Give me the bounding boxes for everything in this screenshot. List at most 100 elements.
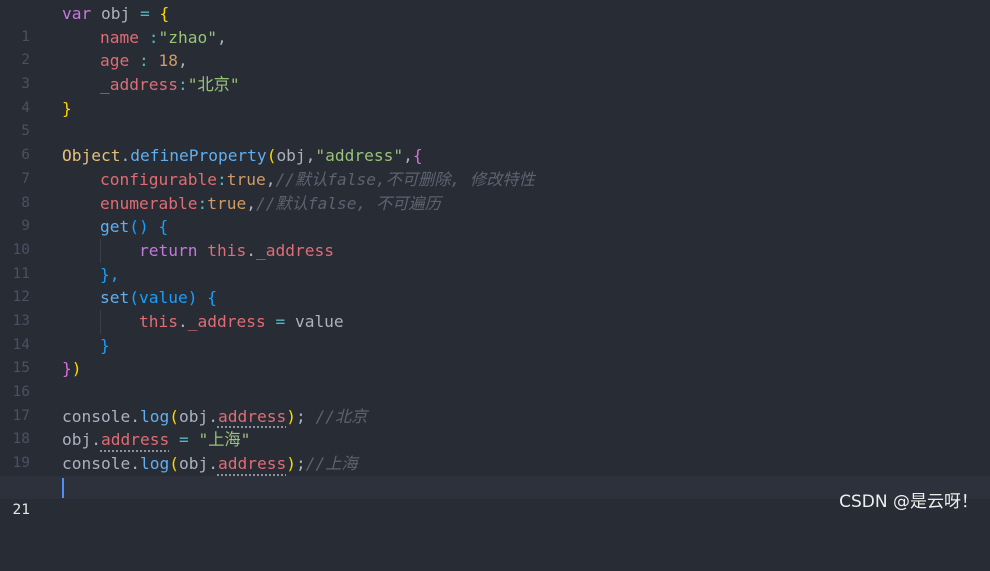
token-function: defineProperty <box>130 146 267 166</box>
token-class: Object <box>62 146 121 166</box>
token-punct: ; <box>295 454 306 474</box>
token-bracket: } <box>100 335 110 355</box>
code-line-11[interactable]: 11 return this._address <box>0 238 990 282</box>
token-punct: , <box>178 51 188 71</box>
token-property: enumerable <box>100 193 198 213</box>
code-text[interactable]: set(value) { <box>100 286 217 310</box>
code-line-14[interactable]: 14 this._address = value <box>0 309 990 353</box>
token-operator: = <box>178 430 189 450</box>
code-text[interactable]: }, <box>100 263 120 287</box>
code-text[interactable]: configurable:true,//默认false,不可删除, 修改特性 <box>100 168 535 192</box>
code-text[interactable]: name :"zhao", <box>100 26 227 50</box>
token-bracket: { <box>159 4 170 23</box>
token-this: this <box>139 311 178 331</box>
code-text[interactable]: } <box>62 97 72 121</box>
code-text[interactable]: get() { <box>100 215 168 239</box>
token-text: obj <box>91 4 140 23</box>
token-operator: = <box>139 4 150 23</box>
token-punct: , <box>265 169 276 189</box>
token-bracket: }, <box>100 264 120 284</box>
token-bracket: ( <box>169 406 179 426</box>
code-text[interactable]: _address:"北京" <box>100 73 240 97</box>
code-line-9[interactable]: 9 enumerable:true,//默认false, 不可遍历 <box>0 192 990 235</box>
code-line-5[interactable]: 5 } <box>0 97 990 140</box>
code-line-1[interactable]: 1 var obj = { <box>0 2 990 45</box>
token-property: address <box>217 406 287 426</box>
token-bracket: { <box>412 146 423 166</box>
token-property: configurable <box>100 169 217 189</box>
code-line-17[interactable]: 17 <box>0 381 990 424</box>
code-text[interactable]: console.log(obj.address); //北京 <box>62 405 367 429</box>
token-comment: //北京 <box>315 406 368 426</box>
token-bracket: ( <box>169 454 179 474</box>
code-line-13[interactable]: 13 set(value) { <box>0 286 990 329</box>
token-bracket: } <box>62 98 72 118</box>
code-line-3[interactable]: 3 age : 18, <box>0 49 990 92</box>
token-keyword: var <box>62 4 92 23</box>
code-text[interactable]: } <box>100 334 110 358</box>
code-text[interactable]: obj.address = "上海" <box>62 428 250 452</box>
code-text[interactable]: age : 18, <box>100 49 188 73</box>
token-function: set <box>100 288 130 308</box>
code-text[interactable]: return this._address <box>139 239 334 263</box>
token-text: obj. <box>178 406 218 426</box>
code-line-19[interactable]: 19 obj.address = "上海" <box>0 428 990 471</box>
token-bracket: { <box>207 288 217 308</box>
token-text: obj, <box>276 146 316 166</box>
code-line-16[interactable]: 16 }) <box>0 357 990 400</box>
code-line-15[interactable]: 15 } <box>0 334 990 377</box>
token-bracket: ) <box>71 359 82 379</box>
text-cursor <box>62 477 64 498</box>
code-line-18[interactable]: 18 console.log(obj.address); //北京 <box>0 405 990 448</box>
code-line-7[interactable]: 7 Object.defineProperty(obj,"address",{ <box>0 144 990 187</box>
code-text[interactable]: }) <box>62 357 82 381</box>
token-text: value <box>285 311 344 331</box>
code-line-6[interactable]: 6 <box>0 120 990 163</box>
token-string: "zhao" <box>158 27 217 47</box>
token-property: _address <box>255 240 334 260</box>
token-boolean: true <box>226 169 266 189</box>
token-operator: = <box>275 311 286 331</box>
token-params: (value) <box>129 288 208 308</box>
indent-guide <box>100 309 101 334</box>
token-property: address <box>100 430 170 450</box>
token-boolean: true <box>207 193 247 213</box>
code-text[interactable]: enumerable:true,//默认false, 不可遍历 <box>100 192 441 216</box>
token-operator: : <box>177 75 188 95</box>
line-number: 21 <box>12 502 30 519</box>
token-bracket: ( <box>266 146 277 166</box>
token-parens: () <box>129 217 159 237</box>
token-string: "上海" <box>198 430 251 450</box>
code-line-8[interactable]: 8 configurable:true,//默认false,不可删除, 修改特性 <box>0 168 990 211</box>
token-string: "北京" <box>187 75 240 95</box>
token-text: obj. <box>178 454 218 474</box>
code-line-4[interactable]: 4 _address:"北京" <box>0 73 990 116</box>
token-comment: //上海 <box>305 454 358 474</box>
token-this: this <box>207 240 247 260</box>
token-punct: . <box>130 406 140 426</box>
code-text[interactable]: Object.defineProperty(obj,"address",{ <box>62 144 423 168</box>
token-function: get <box>100 217 130 237</box>
code-text[interactable]: var obj = { <box>62 2 169 26</box>
token-punct: , <box>216 27 227 47</box>
token-property: name <box>100 27 139 47</box>
csdn-watermark: CSDN @是云呀！ <box>839 492 978 512</box>
code-text[interactable]: console.log(obj.address);//上海 <box>62 452 358 476</box>
token-operator: : <box>129 51 159 71</box>
code-text[interactable]: this._address = value <box>139 310 344 334</box>
token-operator: : <box>216 169 227 189</box>
code-line-10[interactable]: 10 get() { <box>0 215 990 258</box>
token-punct: , <box>246 193 256 213</box>
token-string: "address" <box>315 146 404 166</box>
code-line-12[interactable]: 12 }, <box>0 263 990 306</box>
token-punct: . <box>177 311 188 331</box>
indent-guide <box>100 238 101 263</box>
token-function: log <box>139 454 170 474</box>
code-line-2[interactable]: 2 name :"zhao", <box>0 26 990 69</box>
code-editor[interactable]: 1 var obj = { 2 name :"zhao", 3 age : 18… <box>0 2 990 521</box>
token-punct: ; <box>295 406 316 426</box>
code-line-20[interactable]: 20 console.log(obj.address);//上海 <box>0 452 990 495</box>
token-bracket: } <box>62 359 72 379</box>
token-punct: . <box>120 146 131 166</box>
